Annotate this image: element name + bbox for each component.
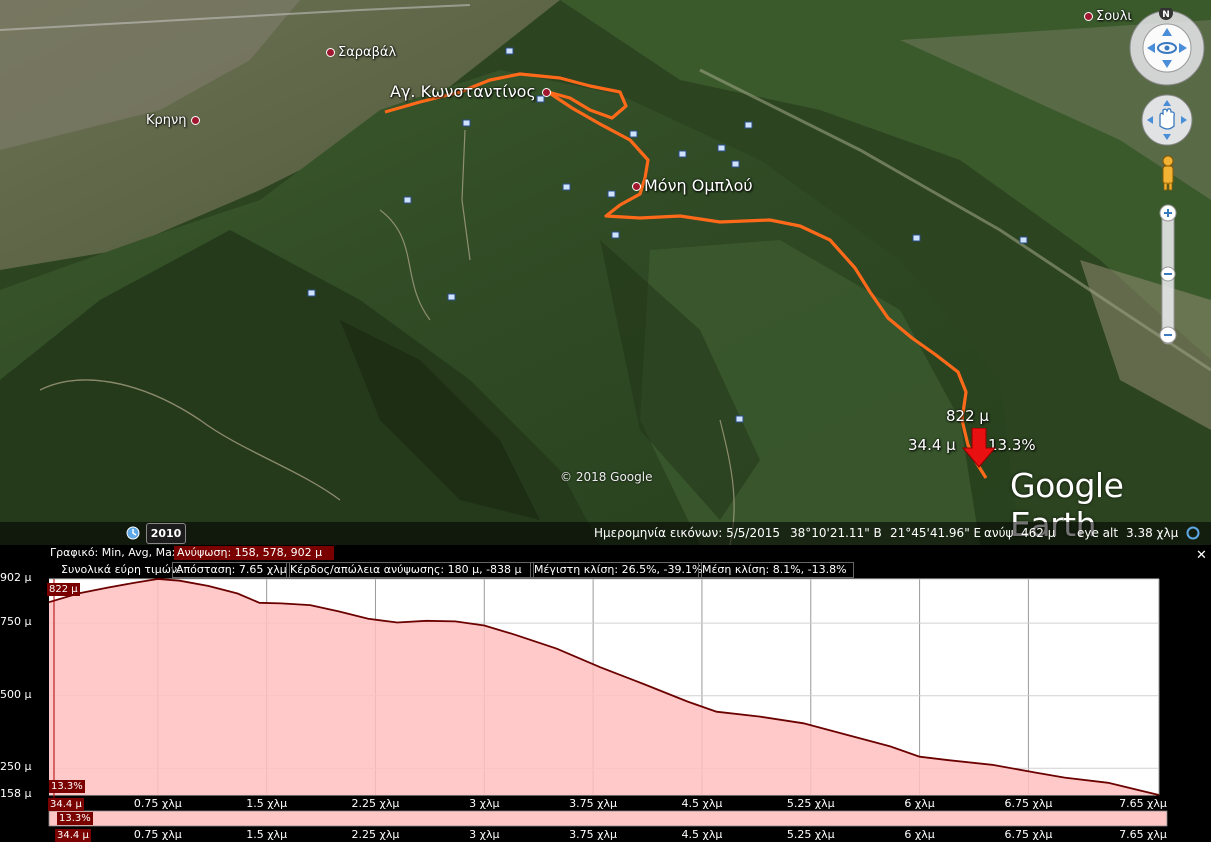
current-elevation-tag: 822 μ [47,583,80,596]
place-marker-icon [632,182,641,191]
x-tick-label: 3.75 χλμ [569,828,618,841]
navigation-controls: N [1128,6,1208,348]
place-label[interactable]: Σαραβάλ [326,45,396,60]
zoom-in-icon[interactable] [1159,204,1177,222]
satellite-terrain [0,0,1211,545]
slope-bar[interactable] [48,810,1168,827]
x-tick-label: 6.75 χλμ [1004,828,1053,841]
x-tick-label: 6.75 χλμ [1004,797,1053,810]
x-tick-label: 4.5 χλμ [681,828,723,841]
place-label[interactable]: Μόνη Ομπλού [632,176,753,195]
eye-alt-readout: 3.38 χλμ [1126,526,1179,540]
x-tick-label: 1.5 χλμ [246,797,288,810]
current-slope-tag: 13.3% [49,780,85,793]
x-tick-label: 0.75 χλμ [133,797,182,810]
elevation-readout: 462 μ [1021,526,1056,540]
compass-icon[interactable]: N [1129,6,1205,86]
place-label[interactable]: Κρηνη [146,113,203,128]
map-view[interactable]: Σαραβάλ Αγ. Κωνσταντίνος Κρηνη Σουλι Μόν… [0,0,1211,545]
x-tick-label: 3 χλμ [469,797,500,810]
place-label[interactable]: Σουλι [1084,9,1132,24]
y-tick-label: 250 μ [0,760,32,774]
y-tick-label: 750 μ [0,615,32,629]
cursor-elevation-label: 822 μ [946,407,989,425]
x-tick-label: 4.5 χλμ [681,797,723,810]
place-marker-icon [541,88,551,97]
x-tick-label: 5.25 χλμ [786,828,835,841]
x-tick-label: 1.5 χλμ [246,828,288,841]
x-tick-label: 6 χλμ [904,797,935,810]
x-tick-label: 5.25 χλμ [786,797,835,810]
zoom-out-icon[interactable] [1159,326,1177,344]
zoom-slider-thumb[interactable] [1160,266,1176,282]
place-label[interactable]: Αγ. Κωνσταντίνος [390,82,554,101]
eye-alt-indicator-icon [1186,526,1200,540]
elevation-profile-panel: Γραφικό: Min, Avg, Max Ανύψωση: 158, 578… [0,545,1211,842]
slope-bar-value-tag: 13.3% [57,812,93,825]
x-tick-label: 0.75 χλμ [133,828,182,841]
eye-alt-label: eye alt [1077,526,1119,540]
x-tick-label: 2.25 χλμ [351,828,400,841]
north-indicator: N [1162,10,1170,20]
latitude-readout: 38°10'21.11" Β [790,526,882,540]
y-tick-label: 902 μ [0,571,32,584]
elevation-label: ανύψ [984,526,1014,540]
x-tick-label: 6 χλμ [904,828,935,841]
current-distance-tag: 34.4 μ [48,798,84,811]
x-tick-label: 3 χλμ [469,828,500,841]
historical-year-button[interactable]: 2010 [146,523,186,544]
imagery-date: Ημερομηνία εικόνων: 5/5/2015 [594,526,780,540]
hand-pan-icon[interactable] [1141,94,1193,146]
longitude-readout: 21°45'41.96" Ε [890,526,982,540]
x-tick-label: 7.65 χλμ [1119,828,1167,841]
position-arrow-icon [962,428,996,468]
y-tick-label: 500 μ [0,687,32,701]
cursor-distance-label: 34.4 μ [908,436,956,454]
place-marker-icon [190,116,200,125]
slope-bar-distance-tag: 34.4 μ [55,829,91,842]
copyright-text: © 2018 Google [560,470,653,484]
street-view-pegman-icon[interactable] [1162,155,1174,191]
x-tick-label: 2.25 χλμ [351,797,400,810]
place-marker-icon [1084,12,1093,21]
x-tick-label: 7.65 χλμ [1119,797,1167,810]
x-tick-label: 3.75 χλμ [569,797,618,810]
historical-imagery-icon[interactable] [126,526,140,540]
y-tick-label: 158 μ [0,787,32,800]
place-marker-icon [326,48,335,57]
